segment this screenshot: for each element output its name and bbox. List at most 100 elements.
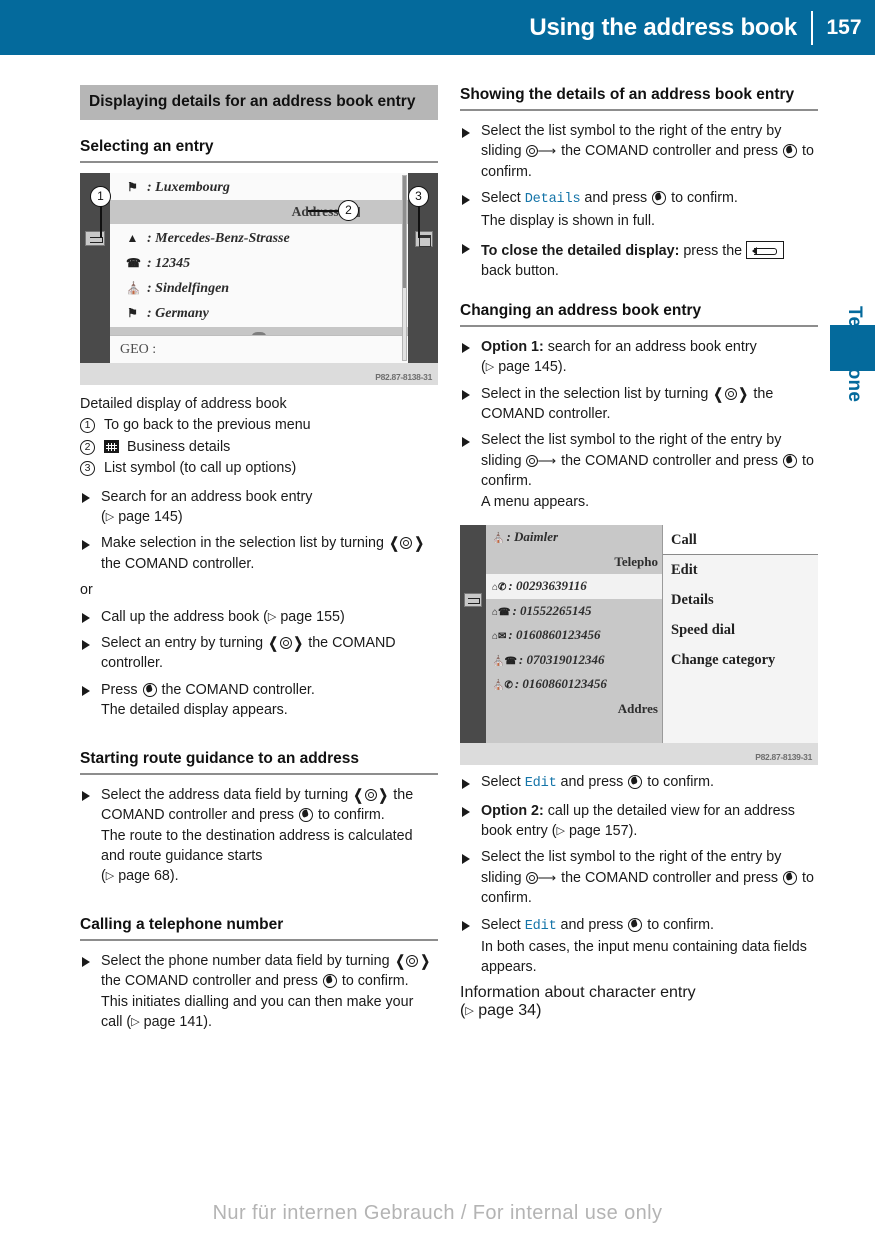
figure1-row-country: ⚑: Germany <box>110 301 408 326</box>
legend-text-2: Business details <box>104 437 438 457</box>
figure1-geo-row: GEO : <box>110 335 408 363</box>
step-select-details: Select Details and press to confirm. The… <box>460 188 818 231</box>
home-phone-icon: ⌂☎ <box>492 606 511 618</box>
flag-icon: ⚑ <box>127 306 138 320</box>
figure2-entry-list: ⛪: Daimler Telepho ⌂✆: 00293639116 ⌂☎: 0… <box>486 525 662 744</box>
city-icon: ⛪ <box>126 281 141 295</box>
step-select-address-data-field: Select the address data field by turning… <box>80 785 438 887</box>
menu-item-details[interactable]: Details <box>663 585 818 615</box>
legend-item-1: 1 To go back to the previous menu <box>80 415 438 435</box>
home-fax-icon: ⌂✉ <box>492 631 507 643</box>
comand-press-icon <box>783 870 798 885</box>
back-button-icon <box>746 241 785 260</box>
step-select-entry: Select an entry by turning ❮ ❯ the COMAND… <box>80 633 438 674</box>
figure2-band-telephone: Telepho <box>614 553 658 569</box>
page-ref-arrow-icon: ▷ <box>105 511 115 524</box>
step-option-1: Option 1: search for an address book ent… <box>460 337 818 378</box>
figure1-scrollbar-thumb[interactable] <box>403 176 406 288</box>
figure1-row-city: ⛪: Sindelfingen <box>110 276 408 301</box>
figure1-scrollbar[interactable] <box>402 175 407 361</box>
page-ref-arrow-icon: ▷ <box>131 1015 140 1028</box>
page-header-bar: Using the address book 157 <box>0 0 875 55</box>
comand-press-icon <box>783 144 798 159</box>
comand-press-icon <box>299 808 314 823</box>
leader-line-2 <box>308 210 339 212</box>
page-ref-arrow-icon: ▷ <box>267 610 277 623</box>
step-select-phone-data-field: Select the phone number data field by tu… <box>80 951 438 1033</box>
step-call-up-address-book: Call up the address book (▷ page 155) <box>80 607 438 627</box>
step-press-controller: Press the COMAND controller. The detaile… <box>80 680 438 721</box>
page-title: Using the address book <box>529 13 797 41</box>
legend-text-1: To go back to the previous menu <box>104 417 311 434</box>
step-search-entry: Search for an address book entry (▷ page … <box>80 487 438 528</box>
heading-changing-address-book-entry: Changing an address book entry <box>460 301 818 327</box>
figure2-options-menu: Call Edit Details Speed dial Change cate… <box>662 525 818 744</box>
comand-press-icon <box>628 775 643 790</box>
work-mobile-icon: ⛪✆ <box>492 680 513 692</box>
comand-press-icon <box>652 191 667 206</box>
legend-number-3: 3 <box>80 461 95 477</box>
figure1-address-band: Address <box>110 200 408 224</box>
menu-item-change-category[interactable]: Change category <box>663 645 818 675</box>
menu-item-call[interactable]: Call <box>663 525 818 556</box>
callout-1: 1 <box>90 186 111 207</box>
figure1-caption: Detailed display of address book <box>80 396 287 412</box>
leader-line-1 <box>100 206 102 238</box>
step-close-detailed-display: To close the detailed display: press the… <box>460 237 818 282</box>
heading-starting-route-guidance: Starting route guidance to an address <box>80 749 438 775</box>
legend-item-3: 3 List symbol (to call up options) <box>80 458 438 478</box>
heading-displaying-details: Displaying details for an address book e… <box>80 85 438 120</box>
page-number: 157 <box>826 15 862 39</box>
heading-showing-details: Showing the details of an address book e… <box>460 85 818 111</box>
figure2-row-phone-1: ⌂✆: 00293639116 <box>486 574 662 599</box>
step-select-edit-1: Select Edit and press to confirm. <box>460 772 818 794</box>
figure1-row-country-top: ⚑: Luxembourg <box>110 175 408 200</box>
footer-watermark: Nur für internen Gebrauch / For internal… <box>212 1202 663 1224</box>
menu-item-speed-dial[interactable]: Speed dial <box>663 615 818 645</box>
back-key-icon <box>464 593 482 608</box>
menu-item-edit[interactable]: Edit <box>663 555 818 585</box>
legend-item-2: 2 Business details <box>80 437 438 457</box>
street-icon: ▲ <box>126 231 139 245</box>
leader-line-3 <box>418 206 420 238</box>
comand-slide-icon: ⟶ <box>526 869 558 889</box>
step-select-list-symbol-3: Select the list symbol to the right of t… <box>460 847 818 908</box>
figure1-id-code: P82.87-8138-31 <box>375 372 432 382</box>
figure2-row-phone-3: ⌂✉: 0160860123456 <box>486 623 662 648</box>
page-ref-arrow-icon: ▷ <box>485 361 495 374</box>
step-option-2: Option 2: call up the detailed view for … <box>460 801 818 842</box>
figure1-screen: ⚑: Luxembourg Address ▲: Mercedes-Benz-S… <box>110 173 408 363</box>
comand-slide-icon: ⟶ <box>526 142 558 162</box>
comand-press-icon <box>322 974 337 989</box>
page-ref-arrow-icon: ▷ <box>105 870 115 883</box>
phone-icon: ☎ <box>126 256 141 270</box>
step-select-list-symbol-1: Select the list symbol to the right of t… <box>460 121 818 182</box>
figure2-row-phone-4: ⛪☎: 070319012346 <box>486 648 662 673</box>
heading-selecting-an-entry: Selecting an entry <box>80 137 438 163</box>
page-ref-arrow-icon: ▷ <box>556 824 565 837</box>
step-select-in-selection-list: Select in the selection list by turning … <box>460 384 818 425</box>
work-phone-icon: ⛪☎ <box>492 655 517 667</box>
figure2-row-phone-2: ⌂☎: 01552265145 <box>486 599 662 624</box>
figure2-band-address: Addres <box>617 700 658 716</box>
figure2-id-code: P82.87-8139-31 <box>755 752 812 763</box>
figure2-row-company: ⛪: Daimler <box>486 525 662 550</box>
step-make-selection: Make selection in the selection list by … <box>80 533 438 574</box>
comand-press-icon <box>628 917 643 932</box>
flag-icon: ⚑ <box>127 180 138 194</box>
right-column: Showing the details of an address book e… <box>460 85 818 1022</box>
legend-text-3: List symbol (to call up options) <box>104 460 297 477</box>
home-mobile-icon: ⌂✆ <box>492 582 507 594</box>
left-column: Displaying details for an address book e… <box>80 85 438 1038</box>
legend-number-2: 2 <box>80 439 95 455</box>
menu-option-details: Details <box>524 192 581 208</box>
closing-note: Information about character entry (▷ page… <box>460 983 696 1019</box>
comand-turn-icon: ❮ ❯ <box>353 786 389 804</box>
menu-option-edit: Edit <box>524 776 557 792</box>
back-key-icon <box>85 231 105 246</box>
step-select-edit-2: Select Edit and press to confirm. In bot… <box>460 915 818 978</box>
figure1-row-street: ▲: Mercedes-Benz-Strasse <box>110 226 408 251</box>
or-label: or <box>80 582 93 599</box>
callout-2: 2 <box>338 200 359 221</box>
page-body: Displaying details for an address book e… <box>0 55 875 1241</box>
